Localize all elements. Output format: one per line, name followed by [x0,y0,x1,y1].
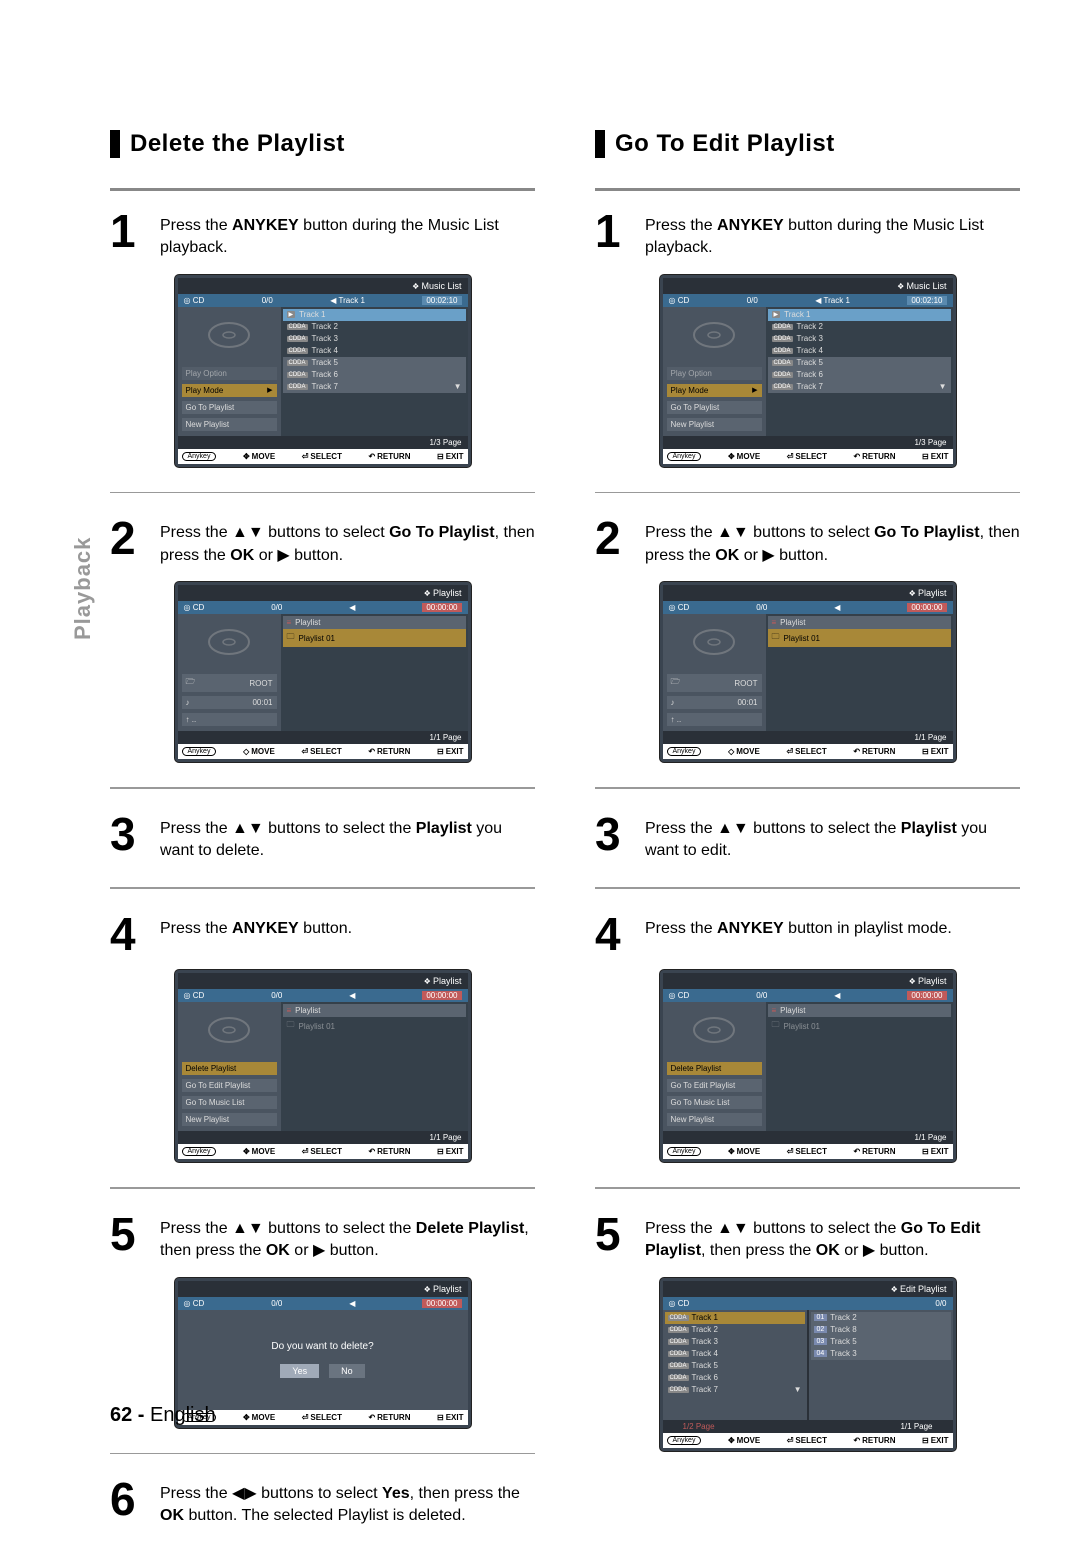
menu-play-mode: Play Mode▶ [182,384,277,397]
yes-button: Yes [280,1364,319,1378]
step-2: 2 Press the ▲▼ buttons to select Go To P… [110,518,535,567]
ui-playlist-r: Playlist ◎ CD0/0◀00:00:00 🗁 ROOT ♪ 00:01… [660,582,956,762]
dialog-question: Do you want to delete? [271,1341,373,1352]
anykey-icon: Anykey [182,452,217,461]
step-r3: 3 Press the ▲▼ buttons to select the Pla… [595,814,1020,863]
ui-musiclist: Music List ◎ CD0/0◀ Track 100:02:10 Play… [175,275,471,467]
ui-delete-dialog: Playlist ◎ CD0/0◀00:00:00 Do you want to… [175,1278,471,1428]
no-button: No [329,1364,365,1378]
step-r1: 1 Press the ANYKEY button during the Mus… [595,211,1020,260]
step-r5: 5 Press the ▲▼ buttons to select the Go … [595,1214,1020,1263]
step-r2: 2 Press the ▲▼ buttons to select Go To P… [595,518,1020,567]
ui-musiclist-r: Music List ◎ CD0/0◀ Track 100:02:10 Play… [660,275,956,467]
sidebar-section-label: Playback [70,537,96,640]
right-column: Go To Edit Playlist 1 Press the ANYKEY b… [595,80,1020,1543]
step-4: 4 Press the ANYKEY button. [110,914,535,955]
step-text: Press the ANYKEY button during the Music… [160,211,535,260]
left-column: Delete the Playlist 1 Press the ANYKEY b… [110,80,535,1543]
ui-playlist-menu-r: Playlist ◎ CD0/0◀00:00:00 Delete Playlis… [660,970,956,1162]
step-number: 1 [110,211,150,260]
step-1: 1 Press the ANYKEY button during the Mus… [110,211,535,260]
ui-playlist-menu: Playlist ◎ CD0/0◀00:00:00 Delete Playlis… [175,970,471,1162]
step-6: 6 Press the ◀▶ buttons to select Yes, th… [110,1479,535,1528]
step-3: 3 Press the ▲▼ buttons to select the Pla… [110,814,535,863]
ui-playlist: Playlist ◎ CD0/0◀00:00:00 🗁 ROOT ♪ 00:01… [175,582,471,762]
divider [110,188,535,191]
step-r4: 4 Press the ANYKEY button in playlist mo… [595,914,1020,955]
page-number: 62 - English [110,1404,216,1427]
disc-icon [204,313,254,358]
step-5: 5 Press the ▲▼ buttons to select the Del… [110,1214,535,1263]
section-title-edit: Go To Edit Playlist [595,130,1020,158]
ui-footer: Anykey ✥ MOVE ⏎ SELECT ↶ RETURN ⊟ EXIT [178,449,468,464]
section-title-delete: Delete the Playlist [110,130,535,158]
ui-edit-playlist: Edit Playlist ◎ CD0/0 CDDATrack 1 CDDATr… [660,1278,956,1451]
